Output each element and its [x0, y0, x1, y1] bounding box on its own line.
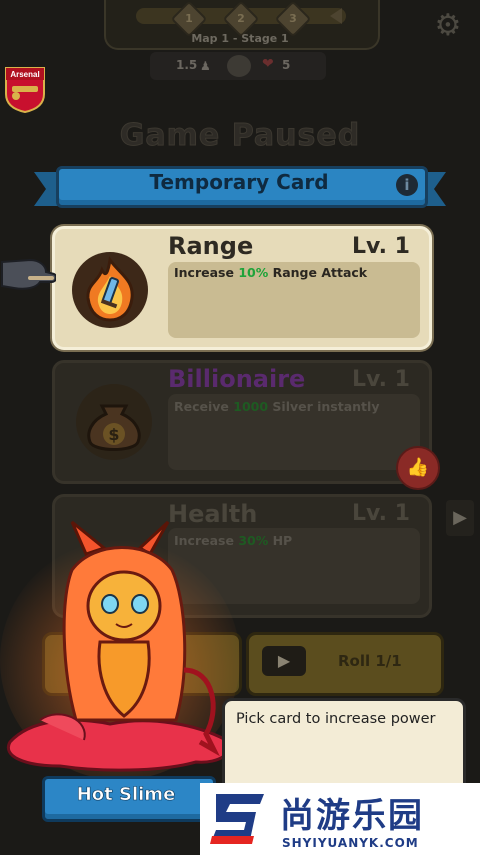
thumbs-up-icon[interactable]: 👍 — [396, 446, 440, 490]
speed-icon: ♟ — [200, 59, 211, 73]
next-arrow-icon[interactable]: ▶ — [446, 500, 474, 536]
video-ad-icon: ▶ — [262, 646, 306, 676]
arsenal-badge-icon: Arsenal — [5, 67, 45, 114]
tooltip-text: Pick card to increase power — [236, 711, 436, 727]
watermark-chinese: 尚游乐园 — [280, 796, 424, 836]
card-title-range: Range — [168, 232, 254, 260]
banner-title: Temporary Card — [149, 170, 329, 194]
hp-value: 5 — [282, 58, 291, 72]
card-title-billionaire: Billionaire — [168, 365, 306, 393]
progress-end-arrow — [330, 8, 342, 24]
pointing-hand-icon — [0, 258, 56, 290]
card-level-range: Lv. 1 — [352, 234, 410, 259]
watermark-logo-icon — [210, 794, 264, 844]
info-icon[interactable]: i — [396, 174, 418, 196]
svg-text:$: $ — [108, 425, 119, 444]
heart-icon: ❤ — [262, 56, 274, 72]
skull-icon — [227, 55, 251, 77]
card-level-health: Lv. 1 — [352, 501, 410, 526]
card-desc-billionaire: Receive 1000 Silver instantly — [174, 399, 380, 414]
speed-value: 1.5 — [176, 58, 198, 72]
stage-label: Map 1 - Stage 1 — [191, 32, 289, 45]
card-desc-range: Increase 10% Range Attack — [174, 265, 368, 280]
svg-text:Arsenal: Arsenal — [10, 70, 39, 79]
card-level-billionaire: Lv. 1 — [352, 367, 410, 392]
character-name: Hot Slime — [76, 784, 176, 806]
game-paused-title: Game Paused — [119, 118, 361, 154]
watermark-english: SHYIYUANYK.COM — [282, 836, 419, 850]
money-bag-icon: $ — [76, 384, 152, 460]
settings-gear-icon[interactable]: ⚙ — [432, 10, 464, 42]
flame-sword-icon — [72, 252, 148, 328]
hot-slime-character — [0, 520, 240, 780]
roll-label: Roll 1/1 — [338, 652, 402, 670]
